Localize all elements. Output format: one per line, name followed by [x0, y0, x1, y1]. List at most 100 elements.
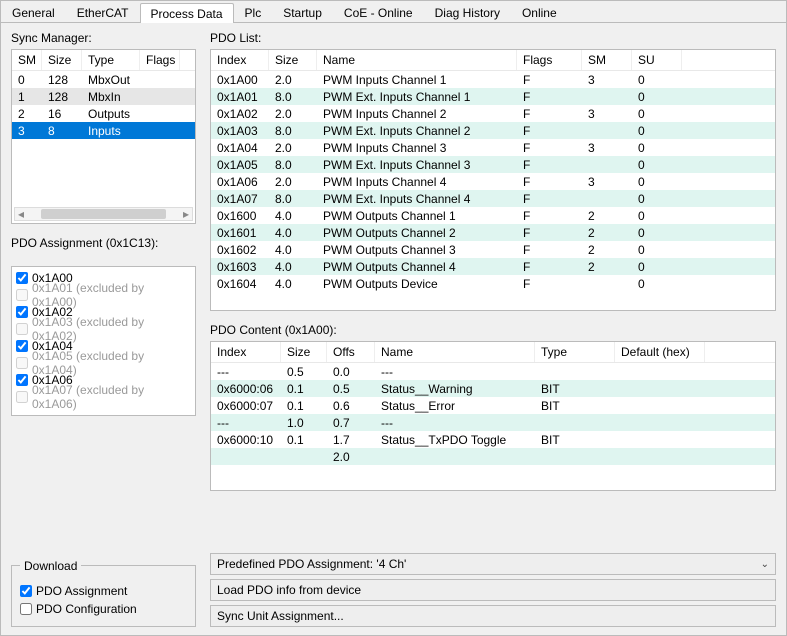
tab-process-data[interactable]: Process Data: [140, 3, 234, 23]
pdocontent-row[interactable]: 0x6000:100.11.7Status__TxPDO ToggleBIT: [211, 431, 775, 448]
tab-online[interactable]: Online: [511, 2, 568, 22]
pdolist-col-sm[interactable]: SM: [582, 50, 632, 70]
tab-plc[interactable]: Plc: [234, 2, 273, 22]
pdocontent-col[interactable]: Default (hex): [615, 342, 705, 362]
sync-unit-button[interactable]: Sync Unit Assignment...: [210, 605, 776, 627]
pdolist-row[interactable]: 0x1A018.0PWM Ext. Inputs Channel 1F0: [211, 88, 775, 105]
pdolist-col-name[interactable]: Name: [317, 50, 517, 70]
load-pdo-button[interactable]: Load PDO info from device: [210, 579, 776, 601]
pdolist-row[interactable]: 0x16034.0PWM Outputs Channel 4F20: [211, 258, 775, 275]
tab-diag-history[interactable]: Diag History: [424, 2, 511, 22]
pdocontent-cell-name: Status__Warning: [375, 382, 535, 396]
pdolist-row[interactable]: 0x1A038.0PWM Ext. Inputs Channel 2F0: [211, 122, 775, 139]
pdo-assign-checkbox[interactable]: [16, 340, 28, 352]
scroll-left-icon[interactable]: ◂: [15, 207, 27, 221]
pdocontent-col[interactable]: Size: [281, 342, 327, 362]
sync-manager-header: SMSizeTypeFlags: [12, 50, 195, 71]
pdolist-cell-su: 0: [632, 141, 682, 155]
predefined-pdo-dropdown[interactable]: Predefined PDO Assignment: '4 Ch' ⌄: [210, 553, 776, 575]
tab-general[interactable]: General: [1, 2, 66, 22]
pdocontent-cell-index: ---: [211, 365, 281, 379]
sync-cell-sm: 1: [12, 90, 42, 104]
sync-row[interactable]: 38Inputs: [12, 122, 195, 139]
pdolist-row[interactable]: 0x16024.0PWM Outputs Channel 3F20: [211, 241, 775, 258]
pdocontent-col[interactable]: Type: [535, 342, 615, 362]
sync-manager-grid[interactable]: SMSizeTypeFlags 0128MbxOut1128MbxIn216Ou…: [11, 49, 196, 224]
sync-row[interactable]: 1128MbxIn: [12, 88, 195, 105]
pdolist-row[interactable]: 0x1A042.0PWM Inputs Channel 3F30: [211, 139, 775, 156]
pdolist-row[interactable]: 0x1A078.0PWM Ext. Inputs Channel 4F0: [211, 190, 775, 207]
pdolist-cell-su: 0: [632, 277, 682, 291]
pdocontent-row[interactable]: 0x6000:070.10.6Status__ErrorBIT: [211, 397, 775, 414]
pdo-content-body[interactable]: ---0.50.0---0x6000:060.10.5Status__Warni…: [211, 363, 775, 465]
pdo-list-body[interactable]: 0x1A002.0PWM Inputs Channel 1F300x1A018.…: [211, 71, 775, 292]
sync-cell-type: MbxIn: [82, 90, 140, 104]
pdo-assign-checkbox[interactable]: [16, 374, 28, 386]
sync-manager-body[interactable]: 0128MbxOut1128MbxIn216Outputs38Inputs: [12, 71, 195, 224]
pdolist-cell-name: PWM Outputs Channel 4: [317, 260, 517, 274]
pdolist-row[interactable]: 0x1A022.0PWM Inputs Channel 2F30: [211, 105, 775, 122]
pdolist-cell-name: PWM Inputs Channel 4: [317, 175, 517, 189]
pdo-list-grid[interactable]: IndexSizeNameFlagsSMSU 0x1A002.0PWM Inpu…: [210, 49, 776, 311]
pdolist-cell-index: 0x1602: [211, 243, 269, 257]
scroll-thumb[interactable]: [41, 209, 166, 219]
pdocontent-cell-index: ---: [211, 416, 281, 430]
pdocontent-cell-type: BIT: [535, 399, 615, 413]
pdolist-cell-name: PWM Inputs Channel 1: [317, 73, 517, 87]
pdolist-cell-su: 0: [632, 73, 682, 87]
download-pdo-assignment-checkbox[interactable]: [20, 585, 32, 597]
pdolist-cell-name: PWM Outputs Channel 1: [317, 209, 517, 223]
pdolist-cell-size: 2.0: [269, 73, 317, 87]
pdolist-cell-flags: F: [517, 124, 582, 138]
download-pdo-configuration-row: PDO Configuration: [20, 600, 187, 618]
pdolist-col-index[interactable]: Index: [211, 50, 269, 70]
sync-cell-sm: 0: [12, 73, 42, 87]
sync-row[interactable]: 216Outputs: [12, 105, 195, 122]
sync-cell-type: Inputs: [82, 124, 140, 138]
pdo-content-grid[interactable]: IndexSizeOffsNameTypeDefault (hex) ---0.…: [210, 341, 776, 491]
pdolist-col-su[interactable]: SU: [632, 50, 682, 70]
pdo-assign-checkbox[interactable]: [16, 306, 28, 318]
pdocontent-cell-index: 0x6000:06: [211, 382, 281, 396]
pdolist-col-flags[interactable]: Flags: [517, 50, 582, 70]
tab-ethercat[interactable]: EtherCAT: [66, 2, 140, 22]
pdolist-row[interactable]: 0x1A058.0PWM Ext. Inputs Channel 3F0: [211, 156, 775, 173]
scroll-right-icon[interactable]: ▸: [180, 207, 192, 221]
pdolist-row[interactable]: 0x16014.0PWM Outputs Channel 2F20: [211, 224, 775, 241]
pdocontent-col[interactable]: Offs: [327, 342, 375, 362]
tab-startup[interactable]: Startup: [272, 2, 333, 22]
pdocontent-row[interactable]: 2.0: [211, 448, 775, 465]
pdolist-cell-su: 0: [632, 226, 682, 240]
pdolist-cell-size: 4.0: [269, 209, 317, 223]
pdolist-row[interactable]: 0x16044.0PWM Outputs DeviceF0: [211, 275, 775, 292]
pdolist-cell-flags: F: [517, 243, 582, 257]
tab-coe-online[interactable]: CoE - Online: [333, 2, 424, 22]
pdolist-col-size[interactable]: Size: [269, 50, 317, 70]
pdolist-cell-name: PWM Outputs Channel 2: [317, 226, 517, 240]
pdocontent-row[interactable]: ---0.50.0---: [211, 363, 775, 380]
sync-col-size[interactable]: Size: [42, 50, 82, 70]
horizontal-scrollbar[interactable]: ◂ ▸: [14, 207, 193, 221]
pdolist-row[interactable]: 0x1A002.0PWM Inputs Channel 1F30: [211, 71, 775, 88]
pdocontent-cell-offs: 2.0: [327, 450, 375, 464]
pdocontent-row[interactable]: ---1.00.7---: [211, 414, 775, 431]
sync-col-type[interactable]: Type: [82, 50, 140, 70]
pdo-assign-item: 0x1A07 (excluded by 0x1A06): [16, 388, 191, 405]
pdocontent-col[interactable]: Name: [375, 342, 535, 362]
pdo-assignment-label: PDO Assignment (0x1C13):: [11, 236, 196, 250]
sync-col-flags[interactable]: Flags: [140, 50, 180, 70]
pdo-assignment-list[interactable]: 0x1A000x1A01 (excluded by 0x1A00)0x1A020…: [11, 266, 196, 416]
sync-row[interactable]: 0128MbxOut: [12, 71, 195, 88]
download-pdo-configuration-checkbox[interactable]: [20, 603, 32, 615]
pdolist-row[interactable]: 0x16004.0PWM Outputs Channel 1F20: [211, 207, 775, 224]
pdolist-cell-su: 0: [632, 209, 682, 223]
pdolist-row[interactable]: 0x1A062.0PWM Inputs Channel 4F30: [211, 173, 775, 190]
pdocontent-col[interactable]: Index: [211, 342, 281, 362]
sync-col-sm[interactable]: SM: [12, 50, 42, 70]
pdolist-cell-name: PWM Outputs Channel 3: [317, 243, 517, 257]
pdolist-cell-flags: F: [517, 158, 582, 172]
pdo-content-header: IndexSizeOffsNameTypeDefault (hex): [211, 342, 775, 363]
sync-cell-type: Outputs: [82, 107, 140, 121]
pdocontent-row[interactable]: 0x6000:060.10.5Status__WarningBIT: [211, 380, 775, 397]
pdo-assign-checkbox[interactable]: [16, 272, 28, 284]
